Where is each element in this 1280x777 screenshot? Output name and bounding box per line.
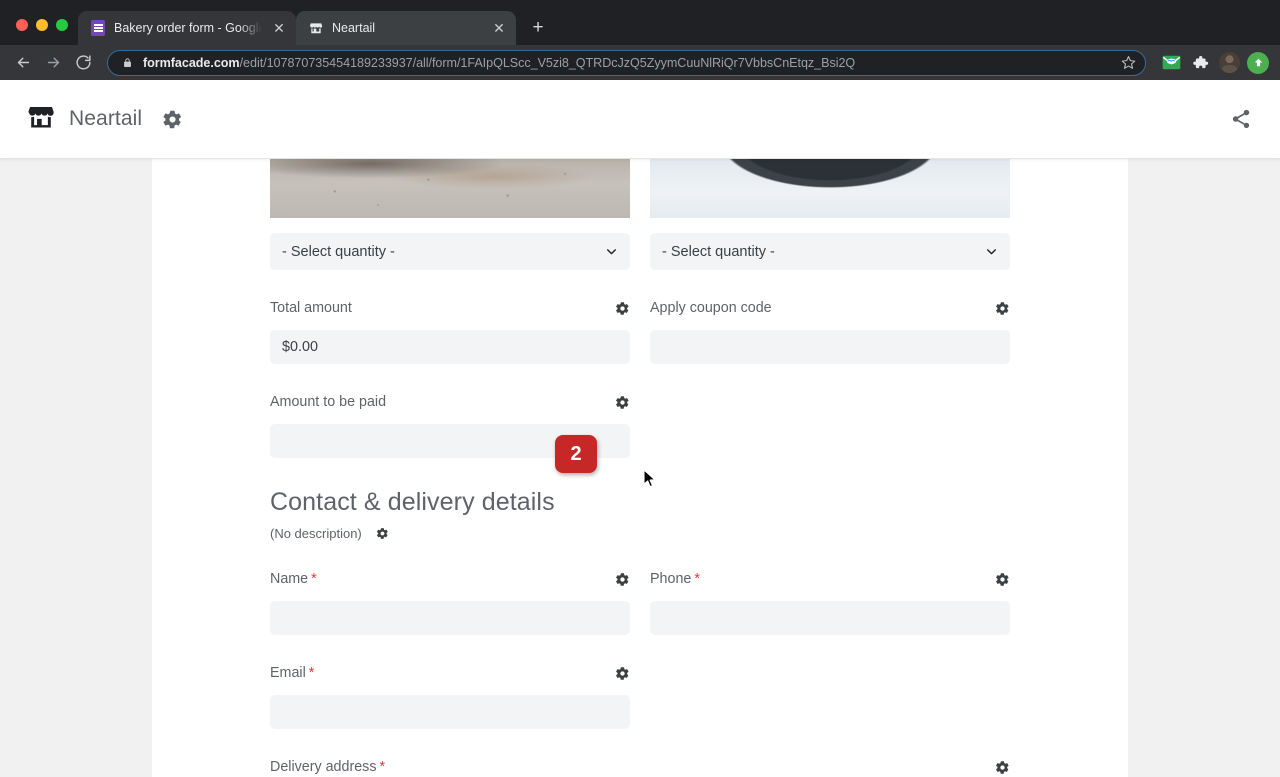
profile-avatar[interactable]: [1216, 50, 1242, 76]
phone-label: Phone*: [650, 571, 700, 587]
email-input[interactable]: [270, 695, 630, 729]
url-domain: formfacade.com: [143, 56, 240, 70]
form-card: - Select quantity - - Select quantity -: [152, 159, 1128, 777]
quantity-select-1[interactable]: - Select quantity -: [270, 233, 630, 270]
total-amount-input[interactable]: $0.00: [270, 330, 630, 364]
email-row-spacer: [650, 635, 1010, 729]
app-header: Neartail: [0, 80, 1280, 159]
section-description: (No description): [270, 526, 362, 541]
address-bar[interactable]: formfacade.com/edit/10787073545418923393…: [107, 50, 1146, 76]
total-amount-value: $0.00: [282, 339, 318, 355]
gear-icon[interactable]: [995, 760, 1010, 775]
annotation-badge-2: 2: [555, 435, 597, 473]
gear-icon[interactable]: [995, 572, 1010, 587]
gear-icon[interactable]: [615, 572, 630, 587]
coupon-input[interactable]: [650, 330, 1010, 364]
required-asterisk: *: [379, 759, 385, 775]
form-body: - Select quantity - - Select quantity -: [152, 159, 1128, 777]
required-asterisk: *: [694, 571, 700, 587]
total-amount-field: Total amount $0.00: [270, 270, 630, 364]
gear-icon[interactable]: [995, 301, 1010, 316]
quantity-select-value: - Select quantity -: [282, 244, 395, 260]
required-asterisk: *: [309, 665, 315, 681]
gear-icon[interactable]: [615, 301, 630, 316]
quantity-select-2[interactable]: - Select quantity -: [650, 233, 1010, 270]
amount-row-spacer: [650, 364, 1010, 458]
product-column-2: - Select quantity -: [650, 159, 1010, 270]
browser-toolbar: formfacade.com/edit/10787073545418923393…: [0, 45, 1280, 80]
update-arrow-icon[interactable]: [1245, 50, 1271, 76]
phone-label-text: Phone: [650, 571, 691, 587]
gear-icon[interactable]: [615, 666, 630, 681]
bakery-bread-photo: [270, 159, 630, 218]
back-button[interactable]: [9, 49, 37, 77]
name-input[interactable]: [270, 601, 630, 635]
required-asterisk: *: [311, 571, 317, 587]
total-amount-label: Total amount: [270, 300, 352, 316]
name-label: Name*: [270, 571, 317, 587]
bookmark-star-icon[interactable]: [1117, 55, 1139, 70]
email-label: Email*: [270, 665, 314, 681]
storefront-icon: [308, 20, 324, 36]
bakery-pan-photo: [650, 159, 1010, 218]
neartail-app: Neartail - Select quantity -: [0, 80, 1280, 777]
section-title: Contact & delivery details: [270, 488, 1010, 517]
email-field: Email*: [270, 635, 630, 729]
close-tab-button[interactable]: ✕: [270, 19, 288, 37]
amount-to-be-paid-row: Amount to be paid: [270, 364, 1010, 458]
browser-toolbar-icons: [1154, 50, 1271, 76]
delivery-address-label-text: Delivery address: [270, 759, 376, 775]
storefront-icon: [27, 103, 55, 136]
gear-icon[interactable]: [615, 395, 630, 410]
delivery-address-label: Delivery address*: [270, 759, 385, 775]
gear-icon[interactable]: [162, 109, 183, 130]
reload-button[interactable]: [69, 49, 97, 77]
gear-icon[interactable]: [376, 527, 389, 540]
browser-tab-bakery-order-form[interactable]: Bakery order form - Google For ✕: [78, 11, 296, 45]
name-field: Name*: [270, 541, 630, 635]
tab-title: Bakery order form - Google For: [114, 21, 262, 35]
browser-tab-neartail[interactable]: Neartail ✕: [296, 11, 516, 45]
mail-icon[interactable]: [1158, 50, 1184, 76]
contact-row: Name* Phone*: [270, 541, 1010, 635]
tab-title: Neartail: [332, 21, 482, 35]
email-row: Email*: [270, 635, 1010, 729]
name-label-text: Name: [270, 571, 308, 587]
phone-input[interactable]: [650, 601, 1010, 635]
brand[interactable]: Neartail: [27, 103, 142, 136]
amount-row: Total amount $0.00 Apply coupon code: [270, 270, 1010, 364]
new-tab-button[interactable]: +: [524, 13, 552, 41]
google-forms-icon: [90, 20, 106, 36]
product-column-1: - Select quantity -: [270, 159, 630, 270]
email-label-text: Email: [270, 665, 306, 681]
product-row: - Select quantity - - Select quantity -: [270, 159, 1010, 270]
lock-icon: [120, 57, 134, 69]
close-tab-button[interactable]: ✕: [490, 19, 508, 37]
phone-field: Phone*: [650, 541, 1010, 635]
minimize-window-button[interactable]: [36, 19, 48, 31]
coupon-field: Apply coupon code: [650, 270, 1010, 364]
browser-chrome: Bakery order form - Google For ✕ Neartai…: [0, 0, 1280, 80]
amount-to-be-paid-label: Amount to be paid: [270, 394, 386, 410]
section-description-row: (No description): [270, 526, 1010, 541]
delivery-address-field: Delivery address* Please enter your full…: [270, 756, 1010, 777]
tab-strip: Bakery order form - Google For ✕ Neartai…: [0, 0, 1280, 45]
forward-button[interactable]: [39, 49, 67, 77]
brand-name: Neartail: [69, 107, 142, 131]
url-text: formfacade.com/edit/10787073545418923393…: [143, 56, 1117, 70]
maximize-window-button[interactable]: [56, 19, 68, 31]
extensions-puzzle-icon[interactable]: [1187, 50, 1213, 76]
window-traffic-lights: [10, 19, 78, 45]
quantity-select-value: - Select quantity -: [662, 244, 775, 260]
close-window-button[interactable]: [16, 19, 28, 31]
url-path: /edit/107870735454189233937/all/form/1FA…: [240, 56, 856, 70]
chevron-down-icon: [605, 245, 618, 258]
share-icon[interactable]: [1226, 104, 1256, 134]
chevron-down-icon: [985, 245, 998, 258]
coupon-label: Apply coupon code: [650, 300, 772, 316]
